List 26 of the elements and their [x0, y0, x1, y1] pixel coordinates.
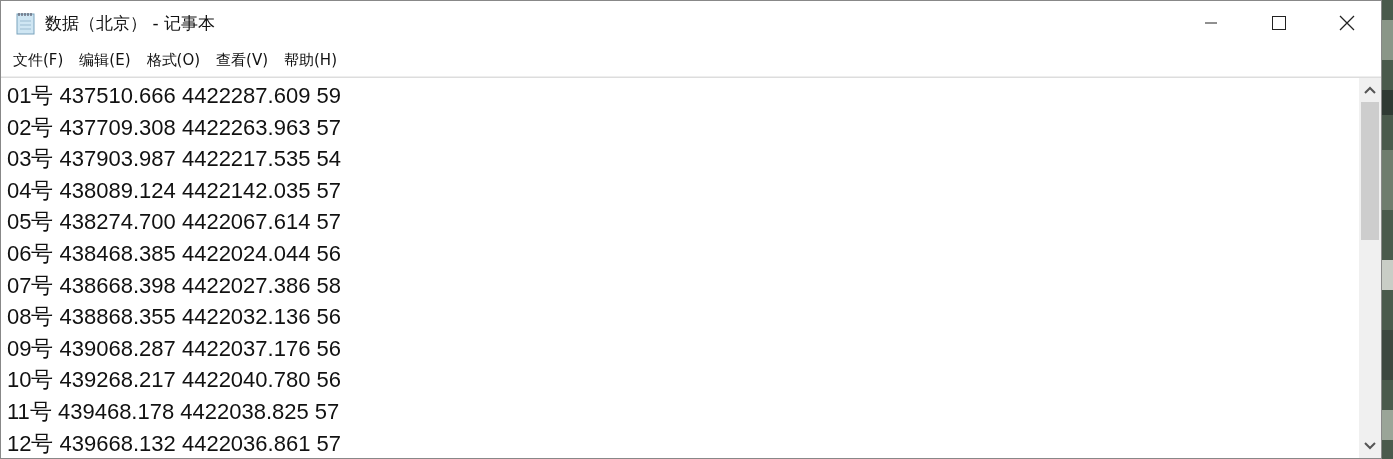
scroll-down-icon[interactable] [1364, 442, 1376, 450]
text-line: 10号 439268.217 4422040.780 56 [7, 366, 342, 395]
menu-item[interactable]: 编辑(E) [71, 51, 139, 70]
text-line: 04号 438089.124 4422142.035 57 [7, 176, 342, 205]
text-line: 11号 439468.178 4422038.825 57 [7, 397, 341, 426]
text-line: 06号 438468.385 4422024.044 56 [7, 239, 342, 268]
notepad-icon [15, 11, 37, 35]
text-line: 03号 437903.987 4422217.535 54 [7, 145, 342, 174]
text-line: 08号 438868.355 4422032.136 56 [7, 303, 342, 332]
minimize-icon [1205, 22, 1217, 24]
scrollbar[interactable] [1359, 78, 1381, 458]
window-title: 数据（北京） - 记事本 [45, 11, 215, 35]
text-line: 02号 437709.308 4422263.963 57 [7, 113, 342, 142]
text-line: 07号 438668.398 4422027.386 58 [7, 271, 342, 300]
menu-item[interactable]: 帮助(H) [276, 51, 345, 70]
scroll-thumb[interactable] [1361, 102, 1379, 240]
menu-item[interactable]: 查看(V) [208, 51, 276, 70]
text-line: 05号 438274.700 4422067.614 57 [7, 208, 342, 237]
scroll-up-icon[interactable] [1364, 86, 1376, 94]
close-icon [1339, 15, 1355, 31]
text-line: 01号 437510.666 4422287.609 59 [7, 82, 342, 110]
maximize-icon [1272, 16, 1286, 30]
menu-item[interactable]: 格式(O) [138, 51, 209, 70]
text-line: 09号 439068.287 4422037.176 56 [7, 334, 342, 363]
menu-item[interactable]: 文件(F) [5, 51, 72, 70]
text-line: 12号 439668.132 4422036.861 57 [7, 429, 342, 458]
